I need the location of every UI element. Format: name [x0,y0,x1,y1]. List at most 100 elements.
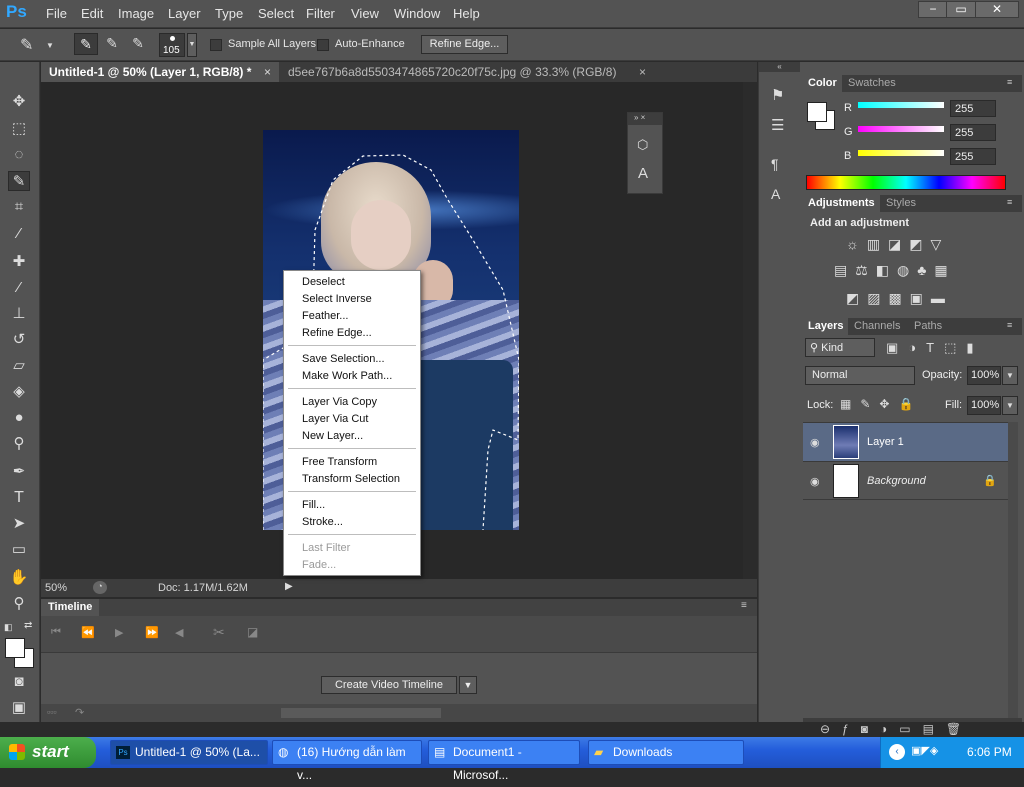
menu-item-new-layer[interactable]: New Layer... [302,428,363,444]
clone-stamp-tool-icon[interactable]: ⊥ [8,304,30,324]
quick-selection-tool-icon[interactable]: ✎ [8,171,30,191]
adjustment-icons-row-3[interactable]: ◩▨▩▣▬ [846,290,953,307]
panel-menu-icon[interactable]: ≡ [1007,197,1012,207]
task-photoshop[interactable]: Untitled-1 @ 50% (La... [110,740,268,765]
panel-menu-icon[interactable]: ≡ [1007,77,1012,87]
menu-layer[interactable]: Layer [168,6,201,21]
tab-channels[interactable]: Channels [849,318,905,335]
hand-tool-icon[interactable]: ✋ [8,568,30,588]
task-browser[interactable]: (16) Hướng dẫn làm v... [272,740,422,782]
menu-item-deselect[interactable]: Deselect [302,274,345,290]
foreground-color-swatch[interactable] [5,638,25,658]
healing-brush-tool-icon[interactable]: ✚ [8,252,30,272]
type-tool-icon[interactable]: T [8,488,30,508]
new-selection-icon[interactable]: ✎ [74,33,98,55]
frame-mode-icon[interactable]: ▫▫▫ [47,707,57,717]
layer-name[interactable]: Background [867,475,926,487]
screen-mode-icon[interactable]: ▣ [8,698,30,718]
tray-app-icons[interactable]: ▣◤◈ [911,744,938,757]
subtract-from-selection-icon[interactable]: ✎ [126,33,150,55]
menu-file[interactable]: File [46,6,67,21]
auto-enhance-checkbox[interactable] [317,39,329,51]
color-ramp[interactable] [806,175,1006,190]
b-value[interactable]: 255 [950,148,996,165]
menu-item-layer-via-cut[interactable]: Layer Via Cut [302,411,368,427]
adjustment-icons-row-1[interactable]: ☼▥◪◩▽ [846,236,949,253]
tray-expand-icon[interactable]: ‹ [889,744,905,760]
eyedropper-tool-icon[interactable]: ⁄ [8,224,30,244]
layer-row-layer-1[interactable]: ◉ Layer 1 [803,422,1008,461]
layer-name[interactable]: Layer 1 [867,436,904,448]
collapse-icon[interactable]: » × [628,113,662,125]
menu-item-transform-selection[interactable]: Transform Selection [302,471,400,487]
brush-size-picker[interactable]: 105 [159,33,185,57]
properties-icon[interactable]: ☰ [771,116,784,134]
eraser-tool-icon[interactable]: ▱ [8,356,30,376]
quick-selection-preset-icon[interactable]: ✎ [20,35,42,55]
transition-icon[interactable]: ◪ [247,625,258,639]
marquee-tool-icon[interactable]: ⬚ [8,119,30,139]
character-icon[interactable]: A [638,165,648,182]
paragraph-icon[interactable]: ¶ [771,156,779,172]
foreground-color-swatch[interactable] [807,102,827,122]
close-button[interactable]: ✕ [975,1,1019,18]
layers-scrollbar[interactable] [1008,422,1018,718]
layer-filter-icons[interactable]: ▣◑T⬚▮ [886,340,984,356]
task-downloads[interactable]: Downloads [588,740,744,765]
chevron-down-icon[interactable]: ▼ [46,41,54,50]
menu-type[interactable]: Type [215,6,243,21]
character-icon[interactable]: A [771,186,780,202]
b-slider[interactable] [858,150,944,156]
blend-mode-select[interactable]: Normal [805,366,915,385]
default-colors-icon[interactable]: ◧ [4,622,13,633]
split-icon[interactable]: ✂ [213,624,225,641]
sample-all-layers-checkbox[interactable] [210,39,222,51]
menu-item-fill[interactable]: Fill... [302,497,325,513]
zoom-tool-icon[interactable]: ⚲ [8,594,30,614]
move-tool-icon[interactable]: ✥ [8,92,30,112]
layers-footer-icons[interactable]: ⊖ƒ◙◑▭▤🗑 [820,722,973,736]
opacity-input[interactable]: 100% [967,366,1001,385]
menu-item-save-selection[interactable]: Save Selection... [302,351,385,367]
paint-bucket-tool-icon[interactable]: ◈ [8,382,30,402]
history-icon[interactable]: ⚑ [771,86,784,104]
pen-tool-icon[interactable]: ✒ [8,462,30,482]
lasso-tool-icon[interactable]: ◌ [8,145,30,165]
history-brush-tool-icon[interactable]: ↺ [8,330,30,350]
menu-item-make-work-path[interactable]: Make Work Path... [302,368,392,384]
g-value[interactable]: 255 [950,124,996,141]
audio-icon[interactable]: ◀ [175,626,183,639]
fill-input[interactable]: 100% [967,396,1001,415]
menu-filter[interactable]: Filter [306,6,335,21]
shape-tool-icon[interactable]: ▭ [8,540,30,560]
refine-edge-button[interactable]: Refine Edge... [421,35,508,54]
share-icon[interactable]: ◔ [93,581,107,594]
status-menu-arrow-icon[interactable]: ▶ [285,581,293,592]
zoom-level[interactable]: 50% [45,582,67,594]
tab-paths[interactable]: Paths [909,318,947,335]
add-to-selection-icon[interactable]: ✎ [100,33,124,55]
tab-jpg-document[interactable]: d5ee767b6a8d5503474865720c20f75c.jpg @ 3… [280,62,650,82]
fill-dropdown-icon[interactable]: ▼ [1002,396,1018,415]
brush-dropdown-icon[interactable]: ▼ [187,33,197,57]
menu-item-layer-via-copy[interactable]: Layer Via Copy [302,394,377,410]
r-value[interactable]: 255 [950,100,996,117]
menu-item-stroke[interactable]: Stroke... [302,514,343,530]
expand-icon[interactable]: « [759,62,800,72]
layer-row-background[interactable]: ◉ Background 🔒 [803,461,1008,500]
tab-untitled-1[interactable]: Untitled-1 @ 50% (Layer 1, RGB/8) * [41,62,279,82]
tab-close-icon[interactable]: × [639,65,646,79]
crop-tool-icon[interactable]: ⌗ [8,197,30,217]
3d-icon[interactable]: ⬡ [637,137,648,153]
brush-tool-icon[interactable]: ⁄ [8,278,30,298]
play-icon[interactable]: ▶ [115,626,123,639]
menu-item-feather[interactable]: Feather... [302,308,348,324]
tab-layers[interactable]: Layers [803,318,849,335]
menu-help[interactable]: Help [453,6,480,21]
menu-select[interactable]: Select [258,6,294,21]
menu-image[interactable]: Image [118,6,154,21]
render-icon[interactable]: ↷ [75,706,84,719]
opacity-dropdown-icon[interactable]: ▼ [1002,366,1018,385]
path-selection-tool-icon[interactable]: ➤ [8,514,30,534]
panel-menu-icon[interactable]: ≡ [1007,320,1012,330]
